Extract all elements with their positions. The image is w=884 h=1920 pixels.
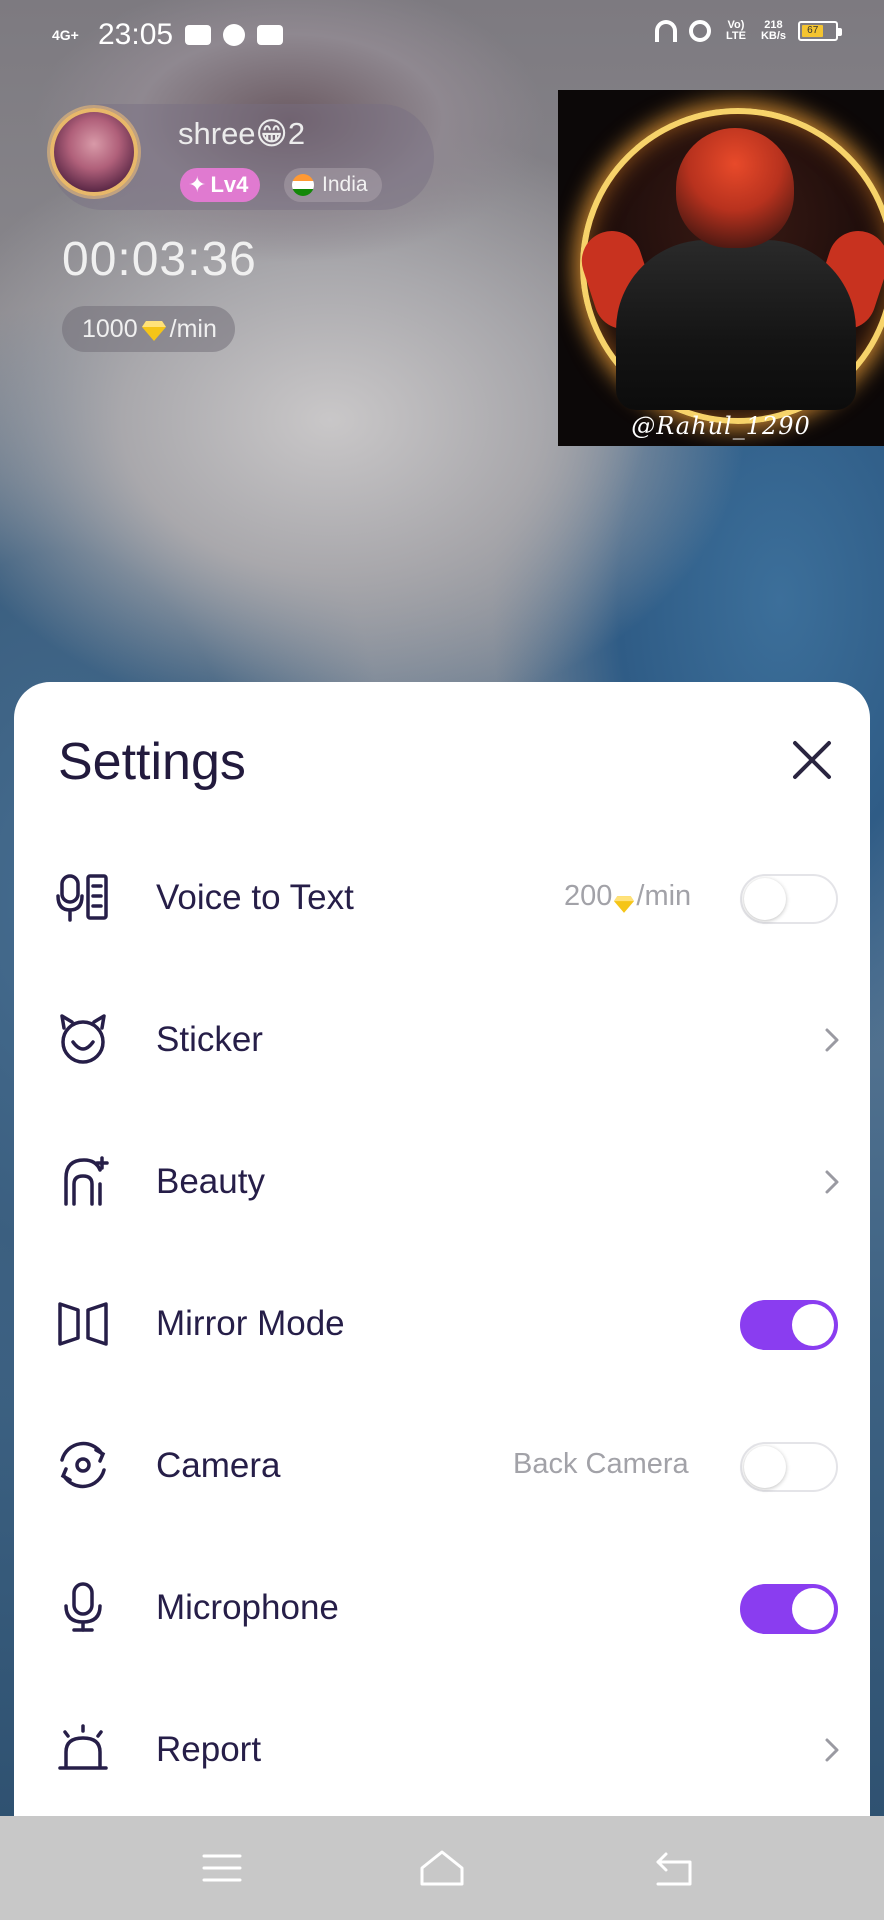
figure-head xyxy=(676,128,794,248)
self-view-preview[interactable]: @Rahul_1290 xyxy=(558,90,884,446)
menu-icon[interactable] xyxy=(198,1846,246,1890)
voice-to-text-icon xyxy=(56,870,110,924)
caller-avatar[interactable] xyxy=(50,108,138,196)
camera-hint: Back Camera xyxy=(513,1448,689,1480)
level-badge: ✦ Lv4 xyxy=(180,168,261,202)
toggle-knob xyxy=(744,878,786,920)
toggle-knob xyxy=(792,1304,834,1346)
home-icon[interactable] xyxy=(418,1846,466,1890)
voice-to-text-label: Voice to Text xyxy=(156,878,354,917)
alarm-report-icon xyxy=(56,1722,110,1776)
chat-icon xyxy=(223,24,246,46)
camera-label: Camera xyxy=(156,1446,281,1485)
network-speed-unit: KB/s xyxy=(760,30,786,42)
settings-row-sticker[interactable]: Sticker xyxy=(14,978,870,1098)
video-icon xyxy=(185,25,212,45)
battery-level: 67 xyxy=(802,25,824,37)
system-navigation-bar xyxy=(0,1816,884,1920)
sticker-label: Sticker xyxy=(156,1020,263,1059)
youtube-icon xyxy=(257,25,284,45)
microphone-toggle[interactable] xyxy=(740,1584,838,1634)
sparkle-icon: ✦ xyxy=(188,172,207,197)
voice-to-text-toggle[interactable] xyxy=(740,874,838,924)
settings-row-camera[interactable]: Camera Back Camera xyxy=(14,1404,870,1524)
voice-to-text-price: 200 /min xyxy=(564,880,691,913)
caller-name: shree😁2 xyxy=(178,116,306,151)
alarm-icon xyxy=(688,20,711,42)
level-text: Lv4 xyxy=(210,172,249,197)
settings-row-microphone[interactable]: Microphone xyxy=(14,1546,870,1666)
settings-sheet: Settings Voice to Text 200 /min Sticker … xyxy=(14,682,870,1822)
chevron-right-icon xyxy=(822,1026,842,1054)
camera-switch-icon xyxy=(56,1438,110,1492)
clock: 23:05 xyxy=(98,18,174,51)
india-flag-icon xyxy=(292,174,314,196)
mirror-mode-toggle[interactable] xyxy=(740,1300,838,1350)
toggle-knob xyxy=(744,1446,786,1488)
call-timer: 00:03:36 xyxy=(62,233,257,286)
beauty-label: Beauty xyxy=(156,1162,265,1201)
mirror-mode-label: Mirror Mode xyxy=(156,1304,345,1343)
mirror-mode-icon xyxy=(56,1296,110,1350)
chevron-right-icon xyxy=(822,1168,842,1196)
network-indicator: 4G+ xyxy=(52,27,79,43)
status-bar: 4G+ 23:05 Vo) LTE 218 KB/s 67 xyxy=(0,0,884,72)
settings-row-beauty[interactable]: Beauty xyxy=(14,1120,870,1240)
camera-toggle[interactable] xyxy=(740,1442,838,1492)
microphone-icon xyxy=(56,1580,110,1634)
settings-row-voice-to-text[interactable]: Voice to Text 200 /min xyxy=(14,836,870,956)
sticker-icon xyxy=(56,1012,110,1066)
report-label: Report xyxy=(156,1730,262,1769)
settings-title: Settings xyxy=(58,733,246,791)
network-speed: 218 KB/s xyxy=(761,20,786,42)
settings-row-mirror-mode[interactable]: Mirror Mode xyxy=(14,1262,870,1382)
rate-amount: 1000 xyxy=(82,314,138,343)
voice-to-text-price-unit: /min xyxy=(636,880,692,912)
figure-body xyxy=(616,240,856,410)
country-name: India xyxy=(322,173,368,196)
call-rate: 1000 /min xyxy=(62,306,235,352)
voice-to-text-price-amount: 200 xyxy=(564,880,613,912)
diamond-icon xyxy=(614,888,635,913)
settings-row-report[interactable]: Report xyxy=(14,1688,870,1808)
back-icon[interactable] xyxy=(650,1846,698,1890)
chevron-right-icon xyxy=(822,1736,842,1764)
close-button[interactable] xyxy=(790,738,834,782)
diamond-icon xyxy=(141,319,166,341)
rate-unit: /min xyxy=(169,314,217,343)
toggle-knob xyxy=(792,1588,834,1630)
battery-icon: 67 xyxy=(798,21,842,41)
self-view-label: @Rahul_1290 xyxy=(631,412,811,440)
beauty-icon xyxy=(56,1154,110,1208)
volte-indicator: Vo) LTE xyxy=(725,19,746,42)
headphone-icon xyxy=(654,20,677,42)
microphone-label: Microphone xyxy=(156,1588,339,1627)
country-badge: India xyxy=(284,168,382,202)
